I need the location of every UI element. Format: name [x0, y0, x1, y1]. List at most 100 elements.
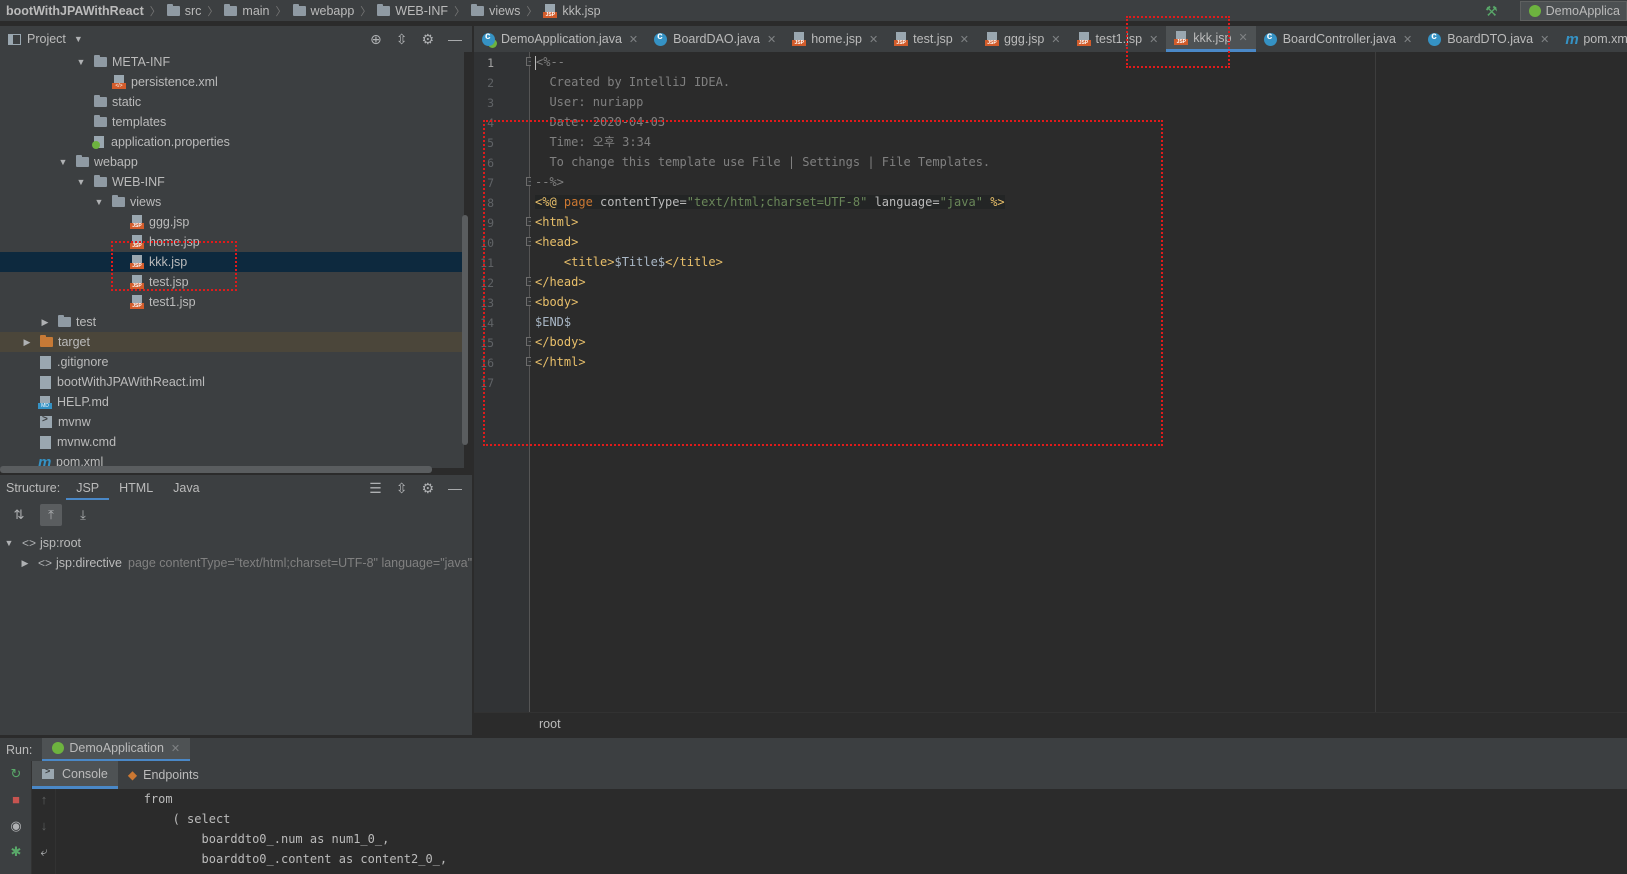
tree-horizontal-scrollbar[interactable]	[0, 466, 432, 473]
folder-icon	[94, 95, 107, 107]
tag-icon: <>	[38, 556, 53, 570]
folder-icon	[58, 315, 71, 327]
tree-item-ggg-jsp[interactable]: ggg.jsp	[0, 212, 464, 232]
tree-item-gitignore[interactable]: .gitignore	[0, 352, 464, 372]
camera-icon[interactable]: ◉	[7, 817, 25, 835]
project-view-selector[interactable]: Project ▼	[8, 32, 83, 46]
breadcrumb-file[interactable]: kkk.jsp	[543, 3, 601, 18]
collapse-all-icon[interactable]: ⇳	[396, 31, 408, 48]
tree-item-test[interactable]: ▶ test	[0, 312, 464, 332]
tab-test-jsp[interactable]: test.jsp✕	[886, 26, 977, 52]
tree-item-mvnw[interactable]: mvnw	[0, 412, 464, 432]
run-subtabs: Console ◆ Endpoints	[32, 761, 1627, 789]
locate-file-icon[interactable]: ⊕	[370, 31, 382, 48]
expand-arrow-icon[interactable]: ▼	[94, 197, 104, 207]
rerun-icon[interactable]: ↻	[7, 765, 25, 783]
tree-item-meta-inf[interactable]: ▼ META-INF	[0, 52, 464, 72]
breadcrumb-root[interactable]: root	[539, 717, 561, 731]
structure-panel-header: Structure: JSP HTML Java ☰ ⇳ ⚙ —	[0, 474, 472, 501]
collapse-arrow-icon[interactable]: ▶	[20, 558, 30, 569]
close-icon[interactable]: ✕	[171, 742, 180, 755]
gear-icon[interactable]: ⚙	[421, 31, 434, 48]
console-line: from	[57, 792, 173, 806]
tree-item-test1-jsp[interactable]: test1.jsp	[0, 292, 464, 312]
breadcrumb-main[interactable]: main	[224, 3, 270, 18]
tree-vertical-scrollbar[interactable]	[462, 215, 468, 445]
close-icon[interactable]: ✕	[629, 33, 638, 46]
tree-item-help-md[interactable]: HELP.md	[0, 392, 464, 412]
tree-item-views[interactable]: ▼ views	[0, 192, 464, 212]
expand-arrow-icon[interactable]: ▼	[58, 157, 68, 167]
breadcrumb-src[interactable]: src	[166, 3, 201, 18]
tree-item-mvnw-cmd[interactable]: mvnw.cmd	[0, 432, 464, 452]
project-header-actions: ⊕ ⇳ ⚙ —	[370, 26, 462, 52]
tab-kkk-jsp[interactable]: kkk.jsp✕	[1166, 26, 1256, 52]
expand-arrow-icon[interactable]: ▼	[76, 57, 86, 67]
close-icon[interactable]: ✕	[767, 33, 776, 46]
close-icon[interactable]: ✕	[960, 33, 969, 46]
debug-icon[interactable]: ✱	[7, 843, 25, 861]
console-icon	[42, 766, 54, 779]
sort-alphabetically-icon[interactable]: ⇅	[8, 504, 30, 526]
tab-home-jsp[interactable]: home.jsp✕	[784, 26, 886, 52]
expand-all-icon[interactable]: ☰	[369, 480, 382, 497]
tree-item-iml[interactable]: bootWithJPAWithReact.iml	[0, 372, 464, 392]
minimize-icon[interactable]: —	[448, 480, 462, 496]
console-toolbar: ↑ ↓ ⤶	[32, 789, 56, 874]
tree-item-templates[interactable]: templates	[0, 112, 464, 132]
collapse-arrow-icon[interactable]: ▶	[22, 337, 32, 348]
navigate-to-source-icon[interactable]: ⤓	[72, 504, 94, 526]
tree-item-kkk-jsp[interactable]: kkk.jsp	[0, 252, 464, 272]
run-tab-demo-application[interactable]: DemoApplication ✕	[42, 737, 191, 762]
tab-board-dao[interactable]: BoardDAO.java✕	[646, 26, 784, 52]
gear-icon[interactable]: ⚙	[421, 480, 434, 497]
collapse-arrow-icon[interactable]: ▶	[40, 317, 50, 328]
project-panel-header: Project ▼ ⊕ ⇳ ⚙ —	[0, 26, 472, 52]
tree-item-target[interactable]: ▶ target	[0, 332, 464, 352]
arrow-down-icon[interactable]: ↓	[35, 817, 53, 835]
tab-board-dto[interactable]: BoardDTO.java✕	[1420, 26, 1557, 52]
stop-icon[interactable]: ■	[7, 791, 25, 809]
tree-item-test-jsp[interactable]: test.jsp	[0, 272, 464, 292]
tree-item-application-properties[interactable]: application.properties	[0, 132, 464, 152]
structure-node-jsp-directive[interactable]: ▶ <> jsp:directive page contentType="tex…	[20, 553, 472, 573]
close-icon[interactable]: ✕	[1403, 33, 1412, 46]
tab-endpoints[interactable]: ◆ Endpoints	[118, 761, 209, 789]
tab-console[interactable]: Console	[32, 761, 118, 789]
console-output[interactable]: from ( select boarddto0_.num as num1_0_,…	[57, 789, 1627, 874]
breadcrumb-project[interactable]: bootWithJPAWithReact	[6, 4, 144, 18]
code-editor[interactable]: <%-- Created by IntelliJ IDEA. User: nur…	[531, 52, 1627, 712]
tab-jsp[interactable]: JSP	[66, 474, 110, 501]
tab-board-controller[interactable]: BoardController.java✕	[1256, 26, 1420, 52]
tree-item-static[interactable]: static	[0, 92, 464, 112]
soft-wrap-icon[interactable]: ⤶	[35, 843, 53, 861]
tab-html[interactable]: HTML	[109, 475, 163, 501]
close-icon[interactable]: ✕	[1149, 33, 1158, 46]
expand-arrow-icon[interactable]: ▼	[76, 177, 86, 187]
tab-java[interactable]: Java	[163, 475, 209, 501]
close-icon[interactable]: ✕	[1540, 33, 1549, 46]
breadcrumb-webapp[interactable]: webapp	[292, 3, 354, 18]
tab-test1-jsp[interactable]: test1.jsp✕	[1069, 26, 1167, 52]
run-configuration-selector[interactable]: DemoApplica	[1519, 1, 1627, 21]
breadcrumb-web-inf[interactable]: WEB-INF	[377, 3, 448, 18]
tree-item-persistence-xml[interactable]: persistence.xml	[0, 72, 464, 92]
collapse-all-icon[interactable]: ⇳	[396, 480, 408, 497]
close-icon[interactable]: ✕	[869, 33, 878, 46]
close-icon[interactable]: ✕	[1051, 33, 1060, 46]
breadcrumb-views[interactable]: views	[471, 3, 520, 18]
close-icon[interactable]: ✕	[1239, 31, 1248, 44]
tree-item-home-jsp[interactable]: home.jsp	[0, 232, 464, 252]
tab-pom-xml[interactable]: mpom.xml✕	[1557, 26, 1627, 52]
tree-item-web-inf[interactable]: ▼ WEB-INF	[0, 172, 464, 192]
arrow-up-icon[interactable]: ↑	[35, 791, 53, 809]
breadcrumb-separator: 〉	[207, 5, 219, 18]
build-hammer-icon[interactable]: ⚒	[1485, 3, 1498, 20]
navigate-from-source-icon[interactable]: ⤒	[40, 504, 62, 526]
minimize-icon[interactable]: —	[448, 31, 462, 47]
tab-ggg-jsp[interactable]: ggg.jsp✕	[977, 26, 1069, 52]
tab-demo-application[interactable]: DemoApplication.java✕	[474, 26, 646, 52]
structure-node-jsp-root[interactable]: ▼ <> jsp:root	[4, 533, 81, 553]
expand-arrow-icon[interactable]: ▼	[4, 538, 14, 548]
tree-item-webapp[interactable]: ▼ webapp	[0, 152, 464, 172]
